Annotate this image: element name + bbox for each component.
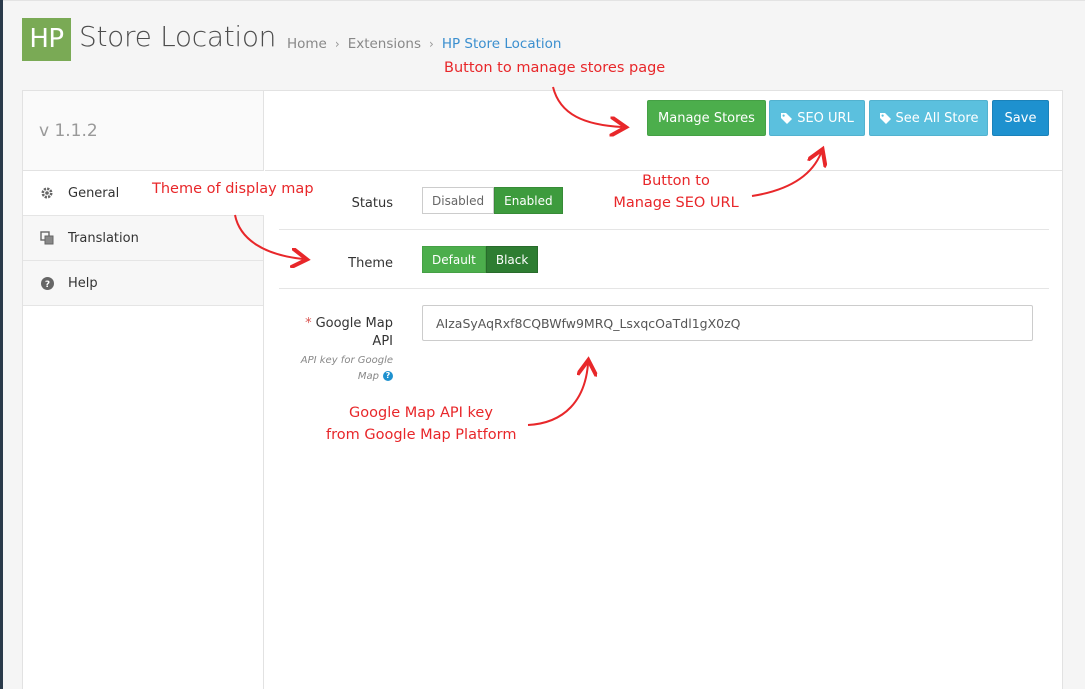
theme-label: Theme <box>348 256 393 271</box>
sidebar-item-translation[interactable]: Translation <box>23 216 263 261</box>
api-key-help: API key for Google Map? <box>300 355 393 382</box>
page-title: Store Location <box>79 20 277 53</box>
manage-stores-button[interactable]: Manage Stores <box>647 100 766 136</box>
required-mark: * <box>305 316 312 331</box>
left-edge <box>0 0 3 689</box>
google-map-api-input[interactable] <box>422 305 1033 341</box>
tag-icon <box>879 112 891 124</box>
seo-url-label: SEO URL <box>797 110 854 126</box>
breadcrumb: Home › Extensions › HP Store Location <box>287 36 561 52</box>
chevron-right-icon: › <box>334 37 340 51</box>
sidebar-item-label: Help <box>68 275 98 291</box>
breadcrumb-current[interactable]: HP Store Location <box>442 36 562 52</box>
version-label: v 1.1.2 <box>39 121 98 141</box>
sidebar-header: v 1.1.2 <box>23 91 263 171</box>
logo: HP <box>22 18 71 61</box>
chevron-right-icon: › <box>429 37 434 51</box>
annotation-seo-url: Button to Manage SEO URL <box>613 173 739 211</box>
status-toggle: Disabled Enabled <box>422 187 563 214</box>
theme-default-option[interactable]: Default <box>422 246 486 273</box>
svg-text:?: ? <box>44 280 49 290</box>
breadcrumb-extensions[interactable]: Extensions <box>348 36 421 52</box>
sidebar-item-label: Translation <box>68 230 139 246</box>
divider <box>279 288 1049 289</box>
sidebar-item-label: General <box>68 185 120 201</box>
question-circle-icon[interactable]: ? <box>383 371 393 381</box>
see-all-store-label: See All Store <box>895 110 979 126</box>
annotation-api-key: Google Map API key from Google Map Platf… <box>326 405 517 443</box>
toolbar: Manage Stores SEO URL See All Store Save <box>265 91 1062 171</box>
tag-icon <box>781 112 793 124</box>
seo-url-button[interactable]: SEO URL <box>769 100 865 136</box>
theme-toggle: Default Black <box>422 246 539 273</box>
status-enabled-option[interactable]: Enabled <box>494 187 563 214</box>
translate-icon <box>40 231 54 245</box>
top-border <box>0 0 1085 1</box>
save-button[interactable]: Save <box>992 100 1049 136</box>
api-key-label: * Google Map API <box>305 316 393 349</box>
status-disabled-option[interactable]: Disabled <box>422 187 495 214</box>
breadcrumb-home[interactable]: Home <box>287 36 327 52</box>
question-circle-icon: ? <box>40 276 54 290</box>
theme-black-option[interactable]: Black <box>485 246 539 273</box>
annotation-theme: Theme of display map <box>152 181 314 197</box>
gear-icon <box>40 186 54 200</box>
see-all-store-button[interactable]: See All Store <box>869 100 988 136</box>
divider <box>279 229 1049 230</box>
annotation-manage-stores: Button to manage stores page <box>444 60 666 76</box>
sidebar-item-help[interactable]: ? Help <box>23 261 263 306</box>
